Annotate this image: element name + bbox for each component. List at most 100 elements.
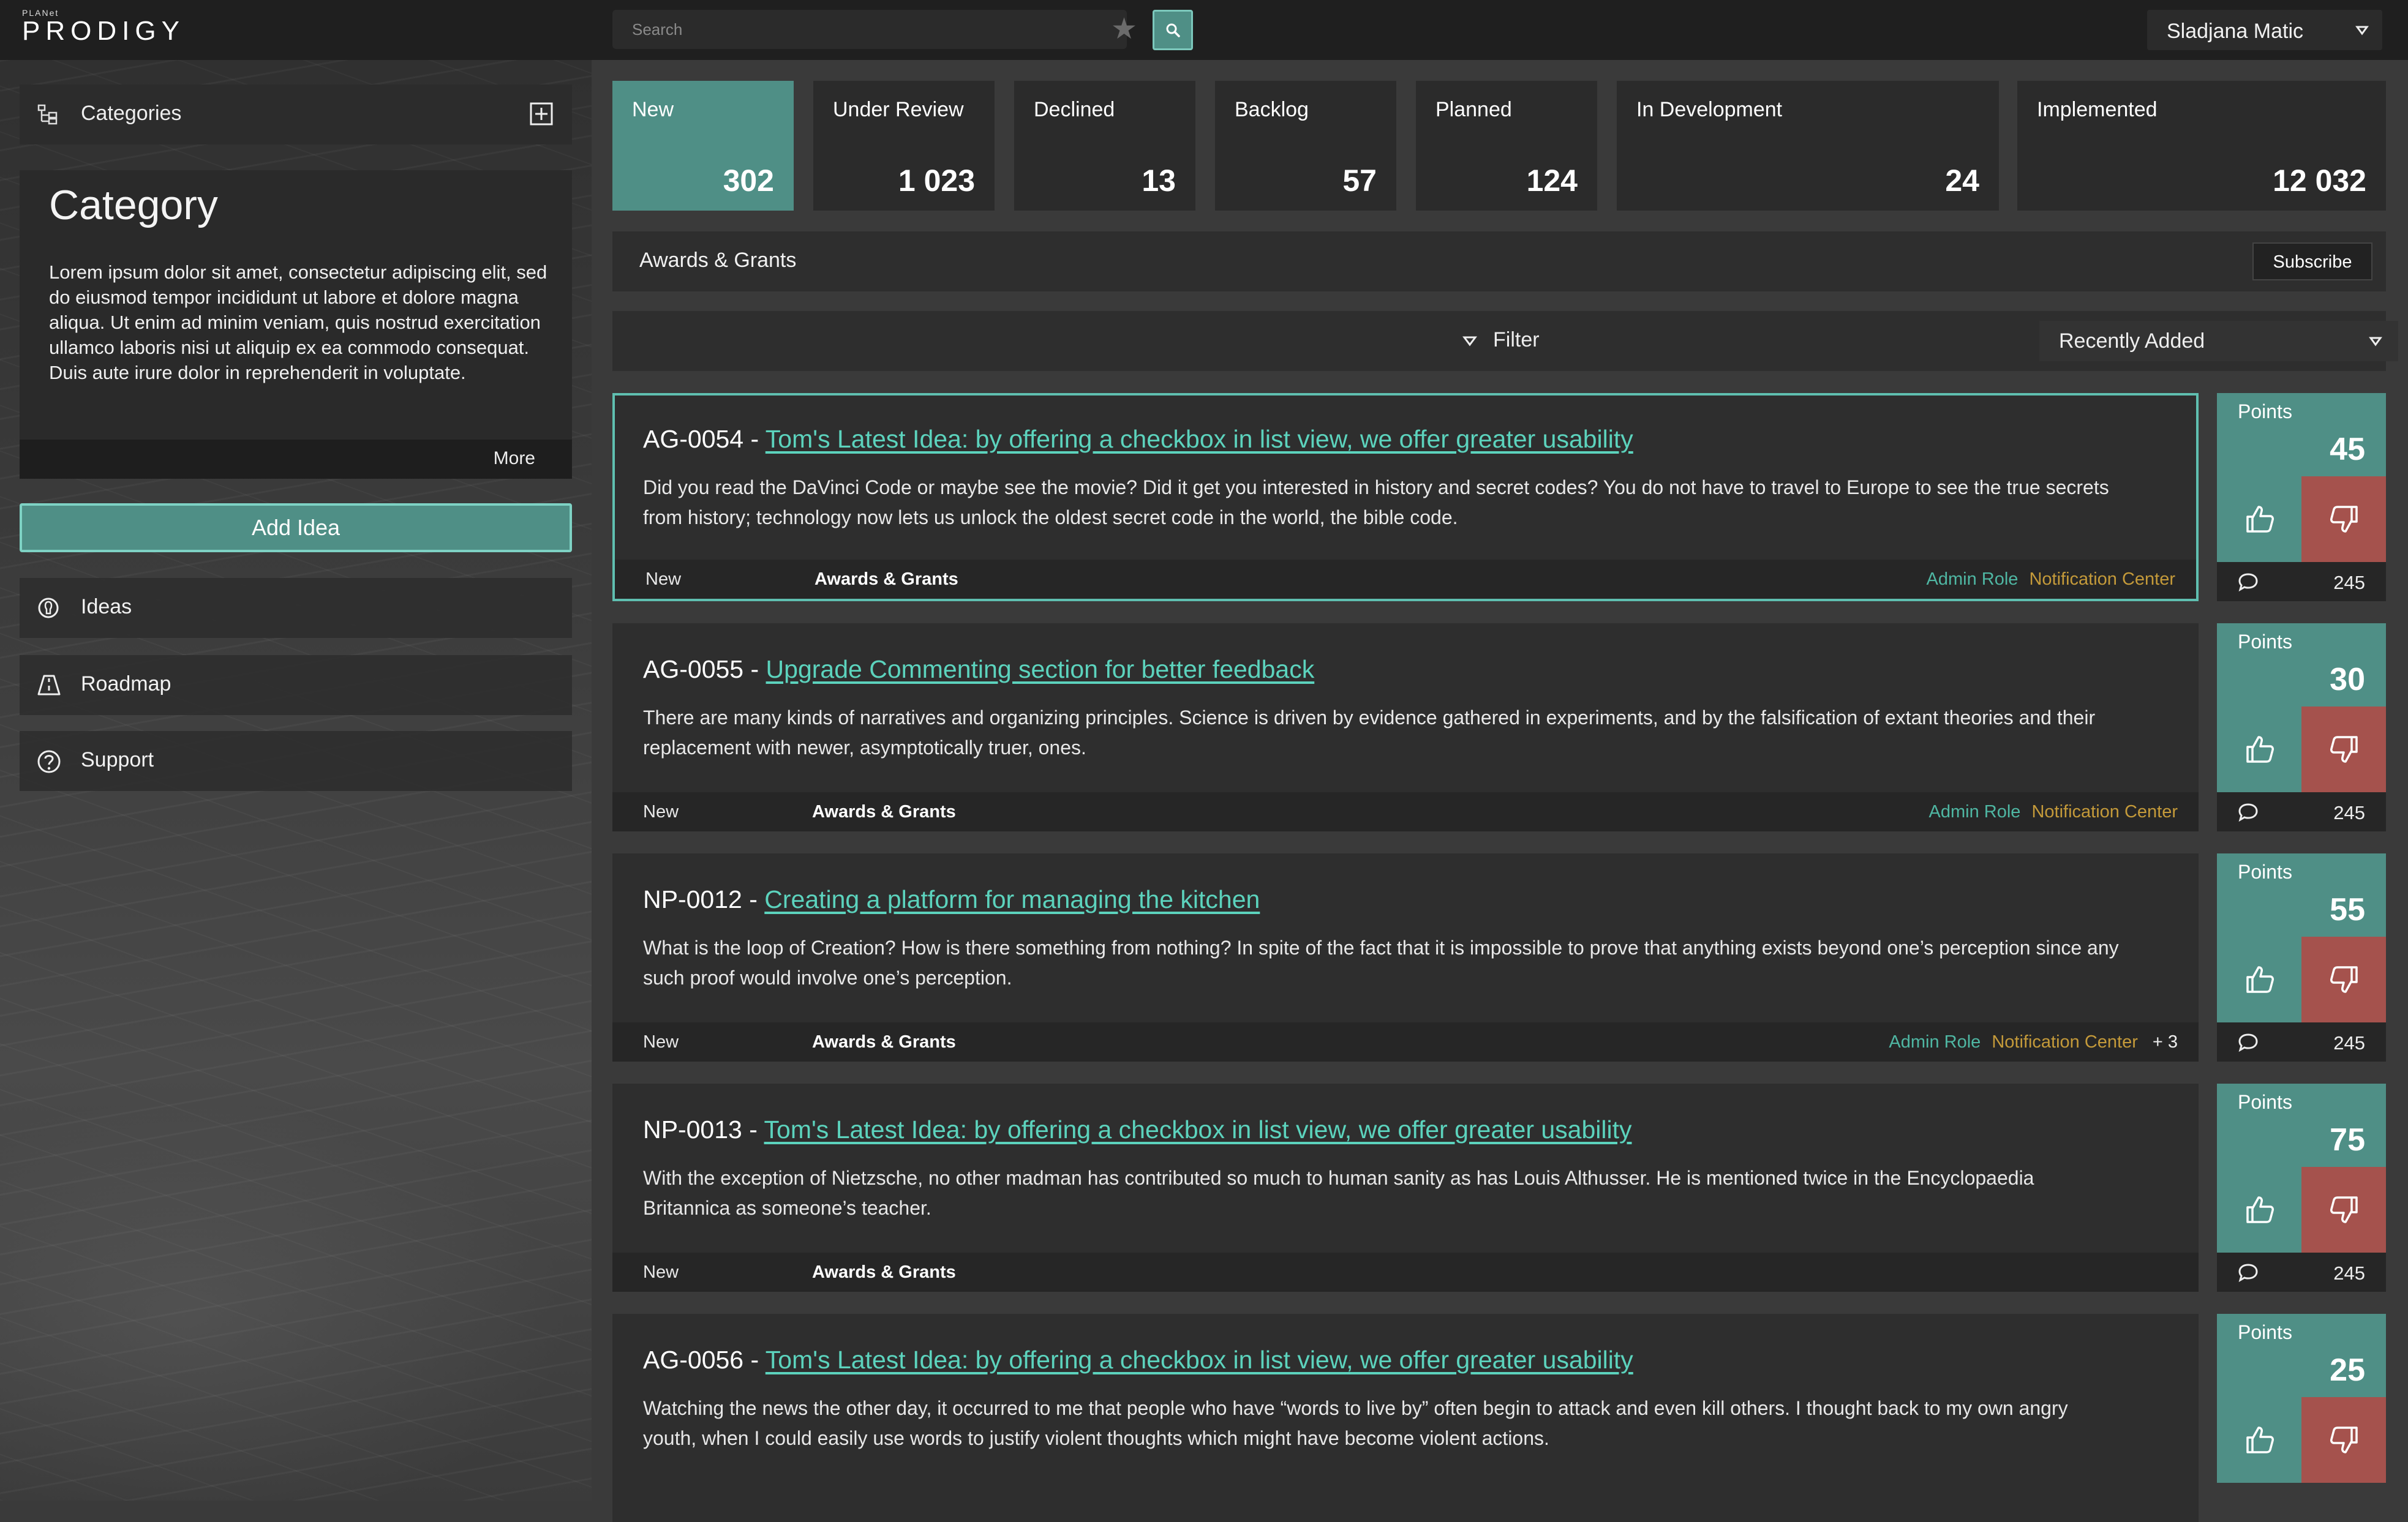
- points-value: 55: [2330, 892, 2365, 928]
- status-tile-backlog[interactable]: Backlog 57: [1215, 81, 1396, 211]
- vote-panel: Points 30 245: [2217, 623, 2386, 831]
- status-tile-declined[interactable]: Declined 13: [1014, 81, 1195, 211]
- user-name: Sladjana Matic: [2167, 20, 2304, 43]
- comment-count: 245: [2333, 572, 2365, 593]
- idea-title-link[interactable]: Creating a platform for managing the kit…: [764, 885, 1260, 913]
- category-description: Lorem ipsum dolor sit amet, consectetur …: [49, 261, 547, 383]
- categories-header[interactable]: Categories: [20, 84, 572, 144]
- tag-notification-center[interactable]: Notification Center: [2031, 802, 2178, 822]
- caret-down-icon: [2355, 26, 2369, 36]
- idea-category: Awards & Grants: [812, 802, 956, 822]
- tag-admin-role[interactable]: Admin Role: [1927, 569, 2019, 589]
- idea-code: AG-0054 -: [643, 425, 766, 453]
- caret-down-icon: [2369, 337, 2382, 347]
- idea-code: NP-0013 -: [643, 1115, 764, 1144]
- search-input[interactable]: [612, 10, 1102, 49]
- status-tile-count: 302: [723, 163, 774, 198]
- upvote-button[interactable]: [2217, 707, 2301, 792]
- idea-title-link[interactable]: Tom's Latest Idea: by offering a checkbo…: [766, 425, 1633, 453]
- sidebar-item-label: Support: [81, 748, 154, 771]
- upvote-button[interactable]: [2217, 937, 2301, 1022]
- app-logo[interactable]: PLANet PRODIGY: [22, 9, 185, 45]
- idea-tags: Admin Role Notification Center: [1927, 569, 2175, 590]
- status-tile-implemented[interactable]: Implemented 12 032: [2017, 81, 2386, 211]
- sidebar-item-label: Roadmap: [81, 672, 171, 695]
- star-icon[interactable]: ★: [1111, 12, 1142, 47]
- user-menu[interactable]: Sladjana Matic: [2147, 10, 2382, 50]
- sidebar-item-ideas[interactable]: Ideas: [20, 578, 572, 638]
- comments-row[interactable]: 245: [2217, 1253, 2386, 1292]
- filter-bar: Filter Recently Added: [612, 311, 2398, 371]
- idea-footer: New Awards & Grants Admin Role Notificati…: [615, 560, 2196, 599]
- thumbs-up-icon: [2246, 1196, 2274, 1223]
- comments-row[interactable]: 245: [2217, 792, 2386, 831]
- idea-description: What is the loop of Creation? How is the…: [643, 937, 2119, 989]
- idea-card[interactable]: NP-0012 - Creating a platform for managi…: [612, 853, 2199, 1062]
- downvote-button[interactable]: [2301, 707, 2386, 792]
- idea-card[interactable]: NP-0013 - Tom's Latest Idea: by offering…: [612, 1084, 2199, 1292]
- downvote-button[interactable]: [2301, 476, 2386, 562]
- idea-title-link[interactable]: Tom's Latest Idea: by offering a checkbo…: [766, 1346, 1633, 1374]
- tag-admin-role[interactable]: Admin Role: [1889, 1032, 1981, 1052]
- status-tile-count: 1 023: [898, 163, 975, 198]
- idea-heading: AG-0054 - Tom's Latest Idea: by offering…: [643, 425, 1633, 454]
- thumbs-down-icon: [2330, 736, 2358, 763]
- sidebar-item-label: Ideas: [81, 595, 132, 618]
- downvote-button[interactable]: [2301, 937, 2386, 1022]
- idea-code: AG-0055 -: [643, 655, 766, 683]
- upvote-button[interactable]: [2217, 476, 2301, 562]
- tag-admin-role[interactable]: Admin Role: [1929, 802, 2021, 822]
- tag-notification-center[interactable]: Notification Center: [2029, 569, 2175, 589]
- status-tile-label: Under Review: [833, 98, 964, 121]
- idea-card[interactable]: AG-0054 - Tom's Latest Idea: by offering…: [612, 393, 2199, 601]
- points-box: Points 30: [2217, 623, 2386, 707]
- main-content: New 302 Under Review 1 023 Declined 13 B…: [592, 60, 2408, 1522]
- comment-count: 245: [2333, 1032, 2365, 1054]
- status-tile-label: Planned: [1435, 98, 1512, 121]
- comment-icon: [2238, 1033, 2258, 1052]
- idea-card[interactable]: AG-0055 - Upgrade Commenting section for…: [612, 623, 2199, 831]
- vote-panel: Points 55 245: [2217, 853, 2386, 1062]
- more-link[interactable]: More: [494, 448, 535, 469]
- idea-footer: New Awards & Grants Admin Role Notificati…: [612, 1022, 2199, 1062]
- downvote-button[interactable]: [2301, 1397, 2386, 1483]
- status-tile-in-development[interactable]: In Development 24: [1617, 81, 1999, 211]
- comment-count: 245: [2333, 802, 2365, 823]
- comments-row[interactable]: 245: [2217, 562, 2386, 601]
- status-tile-label: New: [632, 98, 674, 121]
- upvote-button[interactable]: [2217, 1167, 2301, 1253]
- idea-title-link[interactable]: Tom's Latest Idea: by offering a checkbo…: [764, 1115, 1632, 1144]
- points-box: Points 45: [2217, 393, 2386, 476]
- tag-notification-center[interactable]: Notification Center: [1992, 1032, 2138, 1052]
- points-value: 45: [2330, 432, 2365, 467]
- points-label: Points: [2238, 1321, 2292, 1343]
- downvote-button[interactable]: [2301, 1167, 2386, 1253]
- idea-card[interactable]: AG-0056 - Tom's Latest Idea: by offering…: [612, 1314, 2199, 1522]
- add-idea-button[interactable]: Add Idea: [20, 503, 572, 552]
- status-tile-planned[interactable]: Planned 124: [1416, 81, 1597, 211]
- road-icon: [37, 675, 61, 695]
- comments-row[interactable]: 245: [2217, 1022, 2386, 1062]
- sort-select[interactable]: Recently Added: [2039, 321, 2398, 361]
- upvote-button[interactable]: [2217, 1397, 2301, 1483]
- search-button[interactable]: [1153, 10, 1193, 50]
- search-box: [612, 10, 1127, 49]
- more-tags-count[interactable]: + 3: [2153, 1032, 2178, 1052]
- status-tile-under-review[interactable]: Under Review 1 023: [813, 81, 995, 211]
- logo-text: PRODIGY: [22, 16, 185, 46]
- thumbs-down-icon: [2330, 966, 2358, 993]
- status-tile-new[interactable]: New 302: [612, 81, 794, 211]
- idea-description: Did you read the DaVinci Code or maybe s…: [643, 476, 2109, 528]
- category-title: Category: [49, 182, 218, 228]
- vote-panel: Points 75 245: [2217, 1084, 2386, 1292]
- status-tile-count: 124: [1526, 163, 1578, 198]
- sidebar-item-roadmap[interactable]: Roadmap: [20, 655, 572, 715]
- idea-category: Awards & Grants: [812, 1262, 956, 1282]
- sidebar-item-support[interactable]: Support: [20, 731, 572, 791]
- subscribe-button[interactable]: Subscribe: [2252, 242, 2372, 280]
- idea-category: Awards & Grants: [812, 1032, 956, 1052]
- thumbs-up-icon: [2246, 506, 2274, 533]
- idea-title-link[interactable]: Upgrade Commenting section for better fe…: [766, 655, 1315, 683]
- points-label: Points: [2238, 861, 2292, 883]
- plus-square-icon[interactable]: [529, 102, 554, 126]
